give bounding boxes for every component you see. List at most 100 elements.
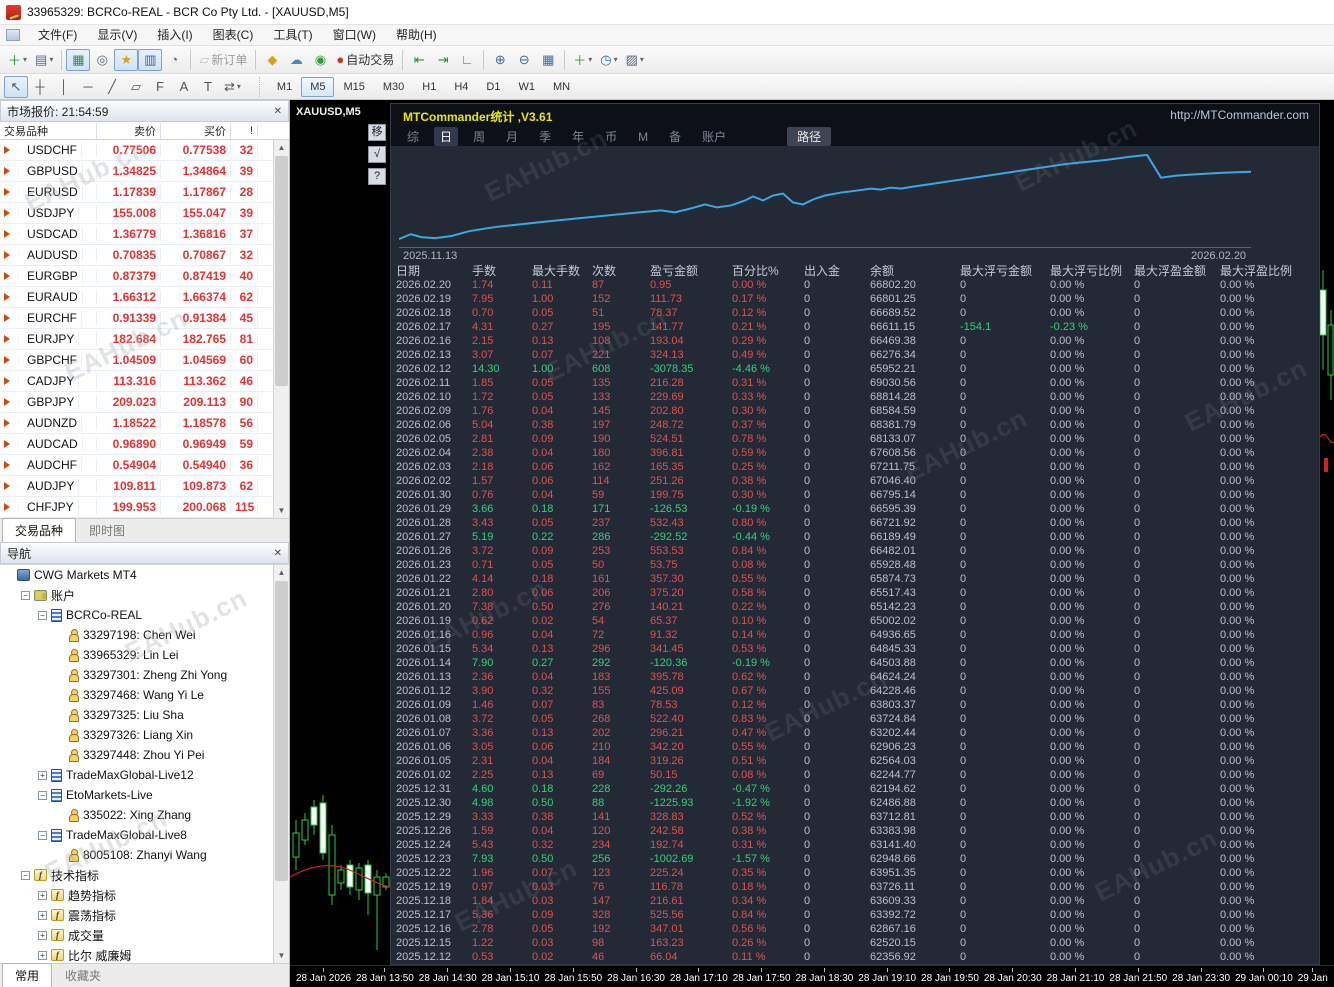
stats-period-tab[interactable]: 日 (434, 127, 459, 146)
scroll-up-icon[interactable]: ▲ (274, 565, 289, 580)
scroll-up-icon[interactable]: ▲ (274, 140, 289, 155)
timeframe-m1[interactable]: M1 (268, 77, 301, 97)
menu-item[interactable]: 帮助(H) (386, 26, 447, 44)
expand-icon[interactable]: + (38, 910, 47, 920)
market-watch-toggle[interactable]: ▦ (66, 48, 91, 71)
market-watch-row[interactable]: USDCHF 0.77506 0.77538 32 (0, 140, 289, 161)
stats-period-tab[interactable]: 周 (467, 127, 491, 146)
trendline-tool[interactable]: ╱ (100, 76, 124, 98)
menu-item[interactable]: 图表(C) (203, 26, 264, 44)
tree-item[interactable]: 33297468: Wang Yi Le (0, 685, 289, 705)
chart-area[interactable]: XAUUSD,M5 移 √? MTCommander统计 ,V3.61 http… (290, 100, 1334, 987)
new-chart-button[interactable]: ＋ ▾ (4, 49, 31, 71)
panel-url-link[interactable]: http://MTCommander.com (1170, 108, 1309, 122)
chevron-down-icon[interactable]: ▾ (49, 55, 53, 64)
tree-item[interactable]: − 账户 (0, 585, 289, 605)
market-watch-row[interactable]: GBPCHF 1.04509 1.04569 60 (0, 350, 289, 371)
tree-item[interactable]: CWG Markets MT4 (0, 565, 289, 585)
tree-item[interactable]: 33297198: Chen Wei (0, 625, 289, 645)
panel-side-button-0[interactable]: 移 (368, 124, 386, 141)
indicators-button[interactable]: ＋ ▾ (569, 49, 596, 71)
menu-item[interactable]: 工具(T) (263, 26, 322, 44)
label-tool[interactable]: T (196, 76, 220, 98)
stats-period-tab[interactable]: 月 (500, 127, 524, 146)
close-icon[interactable]: ✕ (274, 106, 282, 117)
crosshair-tool[interactable]: ┼ (28, 76, 52, 98)
zoom-out-button[interactable]: ⊖ (512, 49, 536, 71)
cursor-tool[interactable]: ↖ (4, 75, 28, 98)
bar-chart-mode-button[interactable]: ⇤ (407, 49, 431, 71)
data-window-toggle[interactable]: ◎ (90, 49, 114, 71)
market-watch-row[interactable]: CHFJPY 199.953 200.068 115 (0, 497, 289, 518)
close-icon[interactable]: ✕ (274, 548, 282, 559)
market-watch-tab[interactable]: 交易品种 (2, 518, 77, 542)
expand-icon[interactable]: + (38, 890, 47, 900)
expand-icon[interactable]: + (38, 950, 47, 960)
scroll-down-icon[interactable]: ▼ (274, 503, 289, 518)
panel-side-button-1[interactable]: √ (368, 146, 386, 163)
tree-item[interactable]: 335022: Xing Zhang (0, 805, 289, 825)
chevron-down-icon[interactable]: ▾ (614, 55, 618, 64)
tree-item[interactable]: 8005108: Zhanyi Wang (0, 845, 289, 865)
market-watch-row[interactable]: GBPUSD 1.34825 1.34864 39 (0, 161, 289, 182)
timeframe-m5[interactable]: M5 (301, 76, 335, 97)
timeframe-m15[interactable]: M15 (334, 77, 373, 97)
tree-item[interactable]: − BCRCo-REAL (0, 605, 289, 625)
timeframe-mn[interactable]: MN (544, 77, 579, 97)
channel-tool[interactable]: ▱ (124, 76, 148, 98)
panel-side-button-2[interactable]: ? (368, 168, 386, 185)
tree-item[interactable]: + f 震荡指标 (0, 905, 289, 925)
collapse-icon[interactable]: − (21, 590, 30, 600)
market-watch-tab[interactable]: 即时图 (76, 518, 138, 542)
autotrading-button[interactable]: ● 自动交易 (332, 49, 398, 71)
fibonacci-tool[interactable]: F (148, 76, 172, 98)
tree-item[interactable]: 33297448: Zhou Yi Pei (0, 745, 289, 765)
styler-button[interactable]: ◆ (260, 49, 284, 71)
tree-item[interactable]: 33297326: Liang Xin (0, 725, 289, 745)
market-watch-row[interactable]: GBPJPY 209.023 209.113 90 (0, 392, 289, 413)
expand-icon[interactable]: + (38, 770, 47, 780)
timeframe-h1[interactable]: H1 (413, 77, 445, 97)
stats-period-tab[interactable]: 备 (663, 127, 687, 146)
stats-period-tab[interactable]: M (632, 129, 654, 145)
terminal-toggle[interactable]: ▥ (138, 48, 163, 71)
tree-item[interactable]: + f 比尔 威廉姆 (0, 945, 289, 963)
zoom-in-button[interactable]: ⊕ (488, 49, 512, 71)
strategy-tester-toggle[interactable]: ◔ (162, 49, 186, 71)
collapse-icon[interactable]: − (38, 790, 47, 800)
market-watch-row[interactable]: EURGBP 0.87379 0.87419 40 (0, 266, 289, 287)
stats-period-tab[interactable]: 币 (599, 127, 623, 146)
market-watch-row[interactable]: AUDNZD 1.18522 1.18578 56 (0, 413, 289, 434)
scroll-thumb[interactable] (275, 581, 288, 881)
market-watch-row[interactable]: EURAUD 1.66312 1.66374 62 (0, 287, 289, 308)
timeframe-w1[interactable]: W1 (509, 77, 544, 97)
market-watch-row[interactable]: AUDCAD 0.96890 0.96949 59 (0, 434, 289, 455)
chevron-down-icon[interactable]: ▾ (588, 55, 592, 64)
tree-item[interactable]: 33297325: Liu Sha (0, 705, 289, 725)
menu-item[interactable]: 插入(I) (147, 26, 202, 44)
market-watch-row[interactable]: AUDUSD 0.70835 0.70867 32 (0, 245, 289, 266)
candle-chart-mode-button[interactable]: ⇥ (431, 49, 455, 71)
navigator-toggle[interactable]: ★ (114, 48, 139, 71)
market-watch-scrollbar[interactable]: ▲ ▼ (273, 140, 289, 518)
navigator-scrollbar[interactable]: ▲ ▼ (273, 565, 289, 963)
scroll-thumb[interactable] (275, 156, 288, 386)
tile-windows-button[interactable]: ▦ (536, 49, 560, 71)
tree-item[interactable]: − f 技术指标 (0, 865, 289, 885)
path-button[interactable]: 路径 (787, 127, 832, 146)
menu-item[interactable]: 窗口(W) (323, 26, 386, 44)
scroll-down-icon[interactable]: ▼ (274, 948, 289, 963)
templates-button[interactable]: ▨ ▾ (622, 49, 648, 71)
periods-button[interactable]: ◷ ▾ (596, 49, 621, 71)
text-tool[interactable]: A (172, 76, 196, 98)
market-watch-row[interactable]: CADJPY 113.316 113.362 46 (0, 371, 289, 392)
profiles-button[interactable]: ▤ ▾ (31, 49, 57, 71)
stats-period-tab[interactable]: 综 (401, 127, 425, 146)
arrows-tool[interactable]: ⇄ ▾ (220, 76, 245, 98)
stats-period-tab[interactable]: 账户 (696, 127, 732, 146)
new-order-button[interactable]: ▱ 新订单 (195, 49, 251, 71)
tree-item[interactable]: + f 趋势指标 (0, 885, 289, 905)
stats-period-tab[interactable]: 季 (533, 127, 557, 146)
market-watch-row[interactable]: EURCHF 0.91339 0.91384 45 (0, 308, 289, 329)
menu-item[interactable]: 显示(V) (87, 26, 147, 44)
